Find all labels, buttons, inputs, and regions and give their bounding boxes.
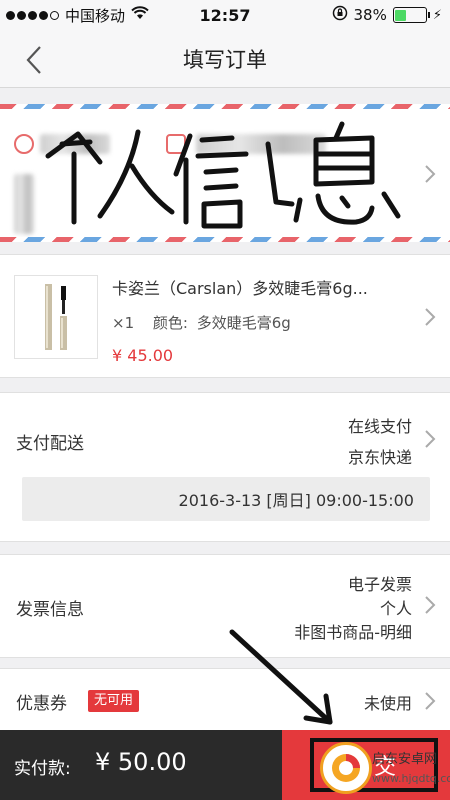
page-title: 填写订单 — [183, 47, 267, 72]
product-spec-label: 颜色: — [152, 314, 188, 332]
product-spec: ×1 颜色: 多效睫毛膏6g — [112, 312, 291, 333]
coupon-badge: 无可用 — [88, 690, 140, 712]
rotation-lock-icon — [332, 5, 348, 25]
product-quantity: ×1 — [112, 314, 135, 332]
watermark-logo-icon — [320, 742, 372, 794]
status-right: 38% ⚡ — [332, 5, 442, 25]
chevron-right-icon — [425, 165, 436, 183]
invoice-card[interactable]: 发票信息 电子发票 个人 非图书商品-明细 — [0, 554, 450, 658]
address-card[interactable] — [0, 104, 450, 242]
chevron-right-icon — [425, 430, 436, 448]
nav-bar: 填写订单 — [0, 30, 450, 88]
total-amount: ¥ 50.00 — [95, 748, 187, 776]
product-image — [14, 275, 98, 359]
total-label: 实付款: — [14, 759, 71, 779]
coupon-label: 优惠券 — [16, 694, 67, 714]
envelope-border-bottom — [0, 237, 450, 242]
status-bar: 中国移动 12:57 38% ⚡ — [0, 0, 450, 30]
chevron-right-icon — [425, 308, 436, 326]
back-button[interactable] — [14, 40, 54, 80]
battery-icon — [392, 7, 430, 23]
courier: 京东快递 — [347, 448, 412, 467]
charging-icon: ⚡ — [432, 7, 442, 23]
handwritten-annotation — [45, 121, 401, 229]
invoice-content: 非图书商品-明细 — [294, 623, 412, 642]
invoice-type: 电子发票 — [347, 575, 412, 594]
coupon-card[interactable]: 优惠券 无可用 未使用 — [0, 668, 450, 730]
payment-method: 在线支付 — [347, 417, 412, 436]
product-spec-value: 多效睫毛膏6g — [196, 314, 291, 332]
payment-label: 支付配送 — [16, 434, 84, 454]
watermark-name: 启东安卓网 — [372, 752, 438, 767]
coupon-status: 未使用 — [363, 694, 412, 713]
chevron-left-icon — [26, 46, 41, 74]
invoice-title: 个人 — [379, 599, 412, 618]
battery-percent: 38% — [353, 6, 387, 24]
delivery-time[interactable]: 2016-3-13 [周日] 09:00-15:00 — [22, 477, 430, 521]
product-name: 卡姿兰（Carslan）多效睫毛膏6g... — [112, 279, 368, 298]
chevron-right-icon — [425, 692, 436, 710]
chevron-right-icon — [425, 596, 436, 614]
invoice-label: 发票信息 — [16, 600, 84, 620]
product-card[interactable]: 卡姿兰（Carslan）多效睫毛膏6g... ×1 颜色: 多效睫毛膏6g ¥ … — [0, 254, 450, 378]
payment-delivery-card[interactable]: 支付配送 在线支付 京东快递 2016-3-13 [周日] 09:00-15:0… — [0, 392, 450, 542]
watermark-url: www.hjqdtq.com — [372, 772, 450, 785]
product-price: ¥ 45.00 — [112, 346, 174, 365]
